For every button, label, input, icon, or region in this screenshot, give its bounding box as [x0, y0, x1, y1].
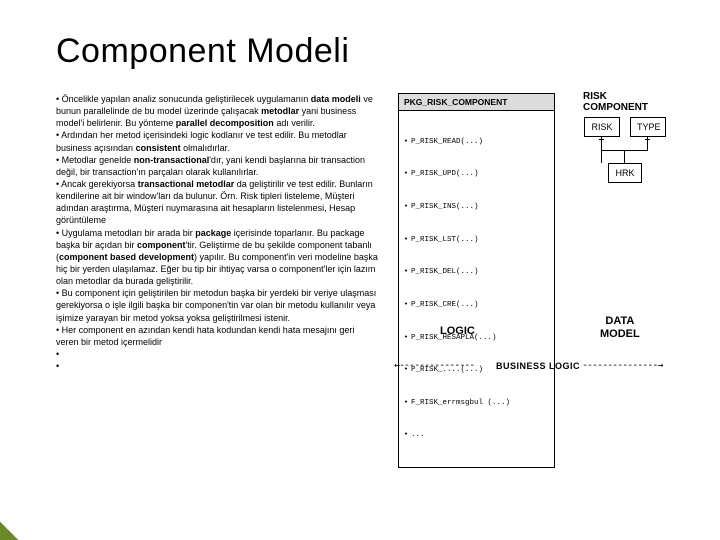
pkg-item: ...: [411, 430, 425, 441]
text: DATA: [605, 315, 634, 327]
bullet-icon: •: [401, 398, 411, 409]
bullet-5: • Uygulama metodları bir arada bir packa…: [56, 227, 378, 288]
risk-component-label: RISK COMPONENT: [583, 91, 672, 113]
pkg-item: F_RISK_errmsgbul (...): [411, 398, 510, 409]
bullet-icon: •: [401, 202, 411, 213]
pkg-row: •P_RISK_UPD(...): [401, 169, 550, 180]
diagram-column: PKG_RISK_COMPONENT •P_RISK_READ(...) •P_…: [398, 93, 672, 372]
pkg-row: •P_RISK_CRE(...): [401, 300, 550, 311]
text: olmalıdırlar.: [181, 143, 230, 153]
pkg-item: P_RISK_LST(...): [411, 235, 479, 246]
package-title: PKG_RISK_COMPONENT: [399, 94, 554, 111]
text: MODEL: [600, 328, 640, 340]
bold: package: [195, 228, 231, 238]
connector-tick: [599, 139, 604, 140]
logic-label: LOGIC: [440, 325, 475, 337]
bullet-icon: •: [401, 137, 411, 148]
bold: component based development: [59, 252, 194, 262]
text: • Uygulama metodları bir arada bir: [56, 228, 195, 238]
pkg-row: •...: [401, 430, 550, 441]
text: • Öncelikle yapılan analiz sonucunda gel…: [56, 94, 311, 104]
bullet-7: • Her component en azından kendi hata ko…: [56, 324, 378, 348]
entity-type: TYPE: [630, 117, 666, 137]
pkg-item: P_RISK_UPD(...): [411, 169, 479, 180]
bold: non-transactional: [134, 155, 210, 165]
bullet-6: • Bu component için geliştirilen bir met…: [56, 287, 378, 323]
text-column: • Öncelikle yapılan analiz sonucunda gel…: [56, 93, 378, 372]
entity-risk: RISK: [584, 117, 620, 137]
bullet-8: •: [56, 348, 378, 360]
pkg-item: P_RISK_DEL(...): [411, 267, 479, 278]
connector-line: [624, 150, 625, 163]
bold: component: [137, 240, 186, 250]
bullet-9: •: [56, 360, 378, 372]
bold: consistent: [136, 143, 181, 153]
text: • Ancak gerekiyorsa: [56, 179, 138, 189]
bold: parallel decomposition: [176, 118, 274, 128]
pkg-item: P_RISK_READ(...): [411, 137, 483, 148]
package-body: •P_RISK_READ(...) •P_RISK_UPD(...) •P_RI…: [399, 111, 554, 467]
pkg-row: •P_RISK_DEL(...): [401, 267, 550, 278]
bullet-icon: •: [401, 267, 411, 278]
bullet-icon: •: [401, 235, 411, 246]
data-model-label: DATA MODEL: [600, 315, 640, 341]
pkg-row: •P_RISK_HESAPLA(...): [401, 333, 550, 344]
bullet-4: • Ancak gerekiyorsa transactional metodl…: [56, 178, 378, 227]
bold: transactional metodlar: [138, 179, 235, 189]
bullet-icon: •: [401, 430, 411, 441]
bold: data modeli: [311, 94, 361, 104]
bullet-icon: •: [401, 333, 411, 344]
pkg-row: •P_RISK_READ(...): [401, 137, 550, 148]
pkg-row: •P_RISK_INS(...): [401, 202, 550, 213]
text: içerisinde toparlanır.: [231, 228, 314, 238]
connector-tick: [645, 139, 650, 140]
arrow-right-icon: ---------------→: [582, 360, 662, 371]
slide: Component Modeli • Öncelikle yapılan ana…: [0, 0, 720, 540]
text: adı verilir.: [274, 118, 315, 128]
slide-title: Component Modeli: [56, 32, 672, 71]
bold: metodlar: [261, 106, 299, 116]
package-box: PKG_RISK_COMPONENT •P_RISK_READ(...) •P_…: [398, 93, 555, 468]
bullet-icon: •: [401, 169, 411, 180]
slide-body: • Öncelikle yapılan analiz sonucunda gel…: [56, 93, 672, 372]
bullet-icon: •: [401, 300, 411, 311]
pkg-row: •F_RISK_errmsgbul (...): [401, 398, 550, 409]
text: • Metodlar genelde: [56, 155, 134, 165]
pkg-item: P_RISK_CRE(...): [411, 300, 479, 311]
bullet-2: • Ardından her metod içerisindeki logic …: [56, 129, 378, 153]
pkg-row: •P_RISK_LST(...): [401, 235, 550, 246]
corner-decoration: [0, 514, 26, 540]
entity-hrk: HRK: [608, 163, 642, 183]
pkg-item: P_RISK_INS(...): [411, 202, 479, 213]
bullet-1: • Öncelikle yapılan analiz sonucunda gel…: [56, 93, 378, 129]
bullet-3: • Metodlar genelde non-transactional'dır…: [56, 154, 378, 178]
